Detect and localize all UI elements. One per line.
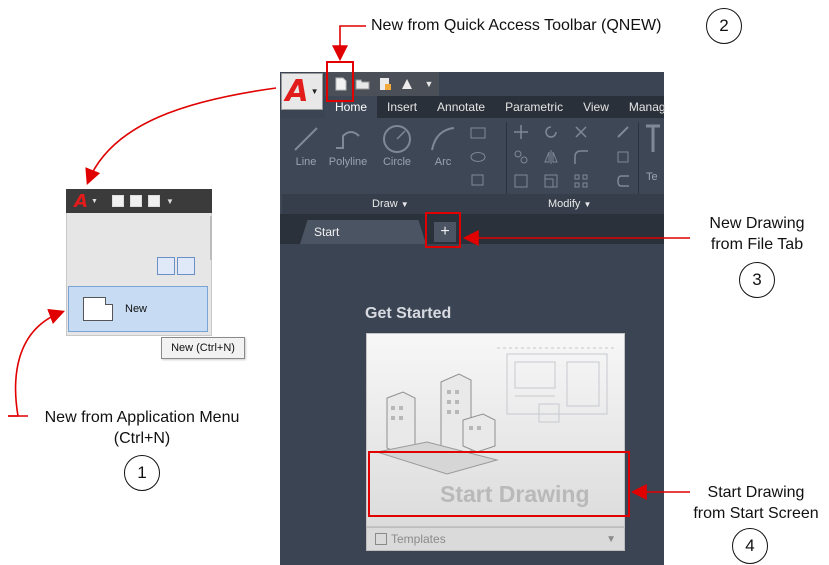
- annotation-arrows: [8, 25, 690, 500]
